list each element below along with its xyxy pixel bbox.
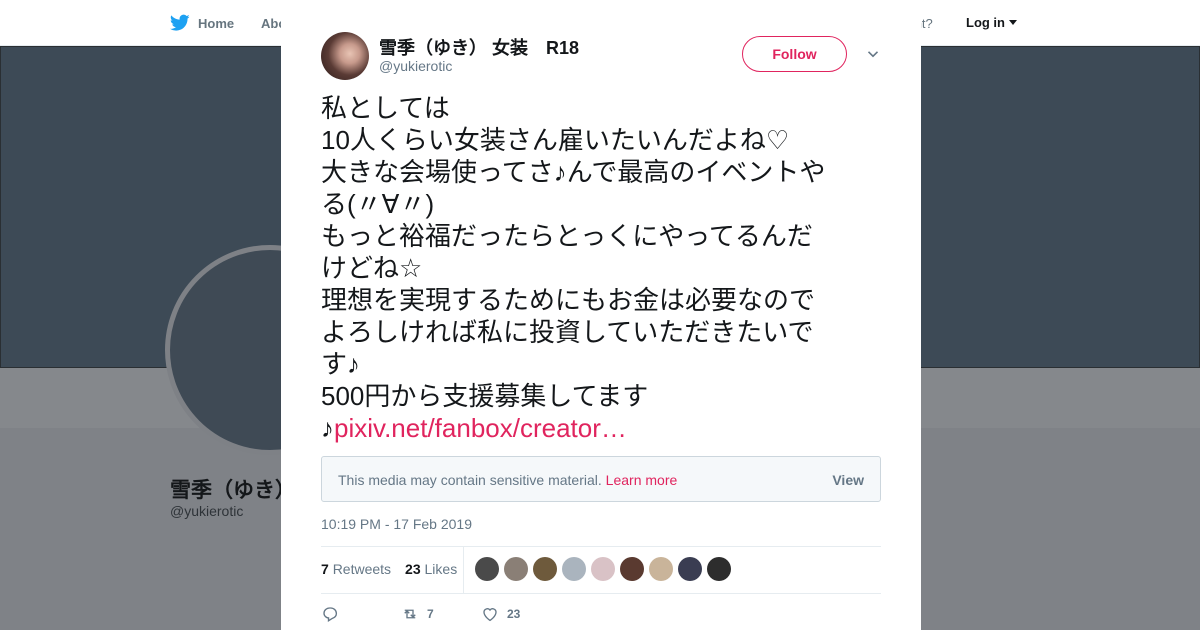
nav-home[interactable]: Home (170, 14, 234, 32)
tweet-link[interactable]: pixiv.net/fanbox/creator… (334, 413, 627, 443)
liker-avatar[interactable] (533, 557, 557, 581)
tweet-stats: 7 Retweets 23 Likes (321, 561, 457, 577)
tweet-modal: 雪季（ゆき） 女装 R18 @yukierotic Follow 私としては 1… (281, 0, 921, 630)
tweet-text-line: 大きな会場使ってさ♪んで最高のイベントや (321, 157, 826, 187)
tweet-link-line: ♪pixiv.net/fanbox/creator… (321, 412, 881, 444)
tweet-timestamp[interactable]: 10:19 PM - 17 Feb 2019 (321, 516, 472, 532)
liker-avatars (475, 557, 731, 581)
tweet-text-line: 私としては (321, 93, 450, 123)
divider (321, 546, 881, 547)
likes-stat[interactable]: 23 Likes (405, 561, 457, 577)
nav-home-label: Home (198, 15, 235, 31)
follow-button[interactable]: Follow (742, 36, 847, 72)
retweet-count: 7 (427, 607, 434, 621)
sensitive-notice-label: This media may contain sensitive materia… (338, 472, 602, 488)
retweet-action[interactable]: 7 (401, 605, 481, 623)
like-action[interactable]: 23 (481, 605, 520, 623)
tweet-text: 私としては 10人くらい女装さん雇いたいんだよね♡ 大きな会場使ってさ♪んで最高… (321, 92, 881, 444)
retweet-icon (404, 609, 416, 619)
profile-handle: @yukierotic (170, 503, 244, 519)
heart-icon (483, 608, 497, 622)
sensitive-media-notice: This media may contain sensitive materia… (321, 456, 881, 502)
author-handle[interactable]: @yukierotic (379, 58, 452, 74)
liker-avatar[interactable] (707, 557, 731, 581)
link-prefix: ♪ (321, 413, 334, 443)
liker-avatar[interactable] (562, 557, 586, 581)
likes-label: Likes (424, 561, 458, 577)
tweet-text-line: 500円から支援募集してます (321, 381, 649, 411)
login-button[interactable]: Log in (966, 15, 1017, 30)
twitter-bird-icon (170, 14, 190, 31)
tweet-text-line: もっと裕福だったらとっくにやってるんだ (321, 221, 813, 251)
liker-avatar[interactable] (620, 557, 644, 581)
reply-icon (323, 607, 338, 622)
retweets-stat[interactable]: 7 Retweets (321, 561, 391, 577)
tweet-text-line: る(〃∀〃) (321, 189, 435, 219)
tweet-text-line: よろしければ私に投資していただきたいで (321, 317, 814, 347)
chevron-down-icon[interactable] (867, 48, 879, 60)
liker-avatar[interactable] (678, 557, 702, 581)
stats-separator (463, 547, 464, 593)
liker-avatar[interactable] (504, 557, 528, 581)
tweet-text-line: す♪ (321, 349, 361, 379)
tweet-text-line: 理想を実現するためにもお金は必要なので (321, 285, 816, 315)
liker-avatar[interactable] (591, 557, 615, 581)
caret-down-icon (1009, 20, 1017, 25)
retweets-count: 7 (321, 561, 329, 577)
login-label: Log in (966, 15, 1005, 30)
reply-action[interactable] (321, 605, 401, 623)
view-button[interactable]: View (832, 472, 864, 488)
profile-name: 雪季（ゆき） (170, 479, 296, 502)
retweets-label: Retweets (332, 561, 392, 577)
liker-avatar[interactable] (475, 557, 499, 581)
tweet-text-line: 10人くらい女装さん雇いたいんだよね♡ (321, 125, 790, 155)
liker-avatar[interactable] (649, 557, 673, 581)
close-icon[interactable] (1155, 13, 1179, 37)
likes-count: 23 (405, 561, 421, 577)
learn-more-link[interactable]: Learn more (606, 472, 678, 488)
sensitive-notice-text: This media may contain sensitive materia… (338, 472, 677, 488)
like-count: 23 (507, 607, 521, 621)
tweet-actions: 7 23 (321, 605, 520, 623)
author-name[interactable]: 雪季（ゆき） 女装 R18 (379, 34, 579, 60)
divider (321, 593, 881, 594)
tweet-text-line: けどね☆ (321, 253, 423, 283)
author-avatar[interactable] (321, 32, 369, 80)
